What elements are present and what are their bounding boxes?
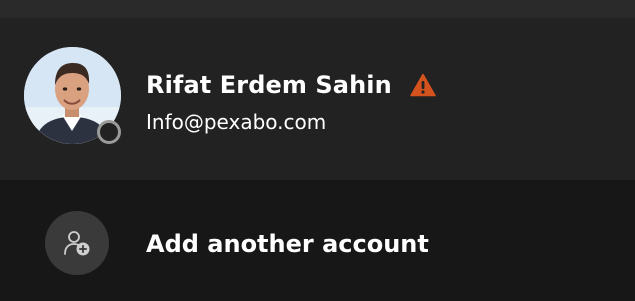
warning-icon[interactable] [410,73,436,97]
add-person-icon [45,211,109,275]
current-account-card[interactable]: Rifat Erdem Sahin Info@pexabo.com [0,18,635,180]
offline-presence-icon [97,120,121,144]
add-account-label: Add another account [146,230,429,258]
add-another-account-button[interactable]: Add another account [0,180,635,301]
account-name: Rifat Erdem Sahin [146,71,392,99]
account-email: Info@pexabo.com [146,110,327,134]
top-strip [0,0,635,18]
account-name-row: Rifat Erdem Sahin [146,69,436,101]
avatar-container [24,47,121,144]
